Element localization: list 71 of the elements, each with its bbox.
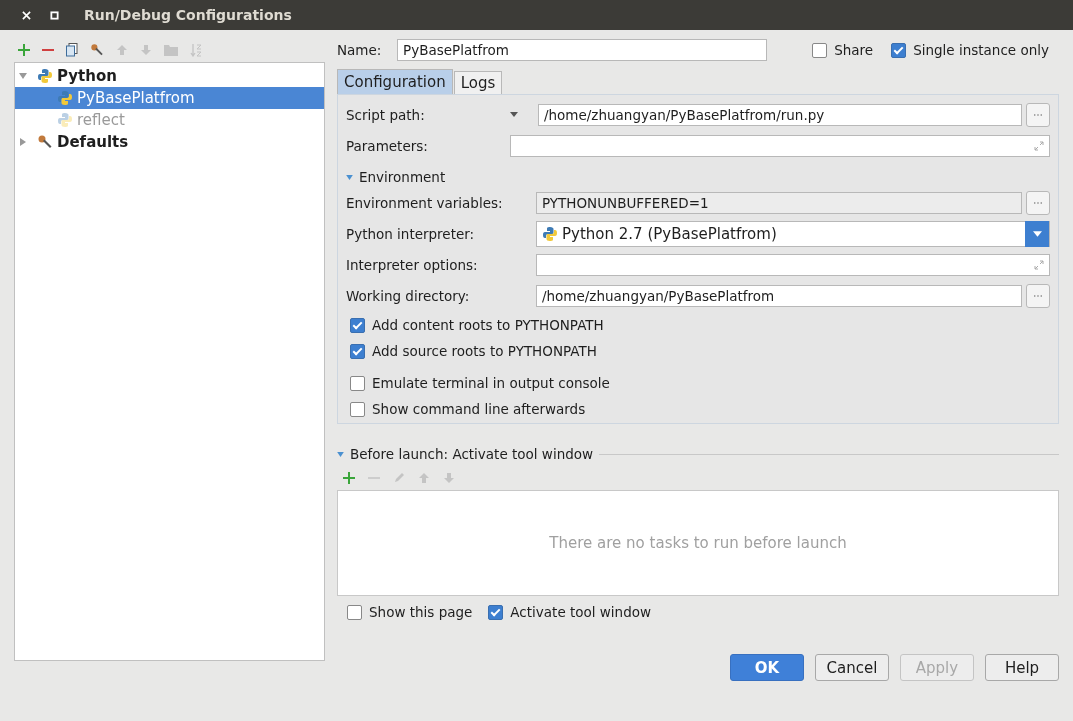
move-up-icon[interactable]	[116, 44, 128, 56]
field-label: Environment variables:	[346, 194, 504, 211]
window-title: Run/Debug Configurations	[84, 7, 292, 23]
add-icon[interactable]	[18, 44, 30, 56]
dialog-button[interactable]: OK	[730, 654, 804, 681]
sort-icon[interactable]	[190, 43, 202, 57]
move-up-icon[interactable]	[418, 472, 430, 484]
add-icon[interactable]	[343, 472, 355, 484]
tree-item[interactable]: Defaults	[15, 131, 324, 153]
move-down-icon[interactable]	[443, 472, 455, 484]
tab[interactable]: Configuration	[337, 69, 453, 94]
folder-icon[interactable]	[164, 44, 178, 56]
name-field[interactable]: PyBasePlatfrom	[397, 39, 767, 61]
checkbox[interactable]	[350, 401, 365, 417]
checkbox[interactable]	[350, 343, 365, 359]
text-field[interactable]: PYTHONUNBUFFERED=1	[536, 191, 1022, 214]
browse-button[interactable]	[1026, 190, 1050, 215]
text-field[interactable]	[536, 253, 1050, 276]
before-launch-heading: Before launch: Activate tool window	[350, 446, 594, 462]
checkbox-option[interactable]: Activate tool window	[488, 604, 652, 620]
checkbox-option[interactable]: Show command line afterwards	[350, 401, 586, 417]
browse-button[interactable]	[1026, 283, 1050, 308]
checkbox[interactable]	[812, 42, 828, 58]
field-label: Python interpreter:	[346, 225, 476, 242]
parameters-field[interactable]	[510, 134, 1050, 157]
move-down-icon[interactable]	[140, 44, 152, 56]
collapsed-arrow-icon[interactable]	[19, 138, 27, 146]
ellipsis-icon	[1034, 113, 1042, 116]
python-logo-icon	[542, 225, 558, 242]
expanded-arrow-icon[interactable]	[19, 72, 27, 80]
python-logo-icon	[57, 112, 73, 128]
interpreter-dropdown[interactable]: Python 2.7 (PyBasePlatfrom)	[536, 220, 1050, 247]
checkbox[interactable]	[488, 604, 504, 620]
script-path-field[interactable]: /home/zhuangyan/PyBasePlatfrom/run.py	[538, 103, 1022, 126]
tab[interactable]: Logs	[453, 71, 503, 94]
python-logo-icon	[37, 68, 53, 84]
dropdown-button[interactable]	[1025, 220, 1049, 247]
expand-icon[interactable]	[1034, 140, 1044, 151]
ellipsis-icon	[1034, 294, 1042, 297]
python-logo-icon	[57, 90, 73, 106]
checkbox-option[interactable]: Share	[812, 42, 874, 58]
browse-button[interactable]	[1026, 102, 1050, 127]
checkbox[interactable]	[350, 317, 365, 333]
tree-item[interactable]: PyBasePlatfrom	[15, 87, 324, 109]
dialog-button[interactable]: Cancel	[815, 654, 889, 681]
dropdown-arrow-icon[interactable]	[510, 112, 518, 117]
checkbox-option[interactable]: Add content roots to PYTHONPATH	[350, 317, 604, 333]
ellipsis-icon	[1034, 201, 1042, 204]
name-label: Name:	[337, 42, 383, 58]
copy-icon[interactable]	[66, 43, 78, 57]
text-field[interactable]: /home/zhuangyan/PyBasePlatfrom	[536, 284, 1022, 307]
checkbox[interactable]	[891, 42, 907, 58]
checkbox-option[interactable]: Add source roots to PYTHONPATH	[350, 343, 597, 359]
pencil-icon[interactable]	[393, 472, 405, 484]
dialog-button[interactable]: Help	[985, 654, 1059, 681]
field-label: Working directory:	[346, 287, 471, 304]
parameters-label: Parameters:	[346, 137, 429, 154]
script-path-label: Script path:	[346, 106, 426, 123]
empty-list-text: There are no tasks to run before launch	[549, 534, 847, 552]
dropdown-arrow-icon[interactable]	[1032, 230, 1042, 237]
tree-item[interactable]: Python	[15, 65, 324, 87]
checkbox[interactable]	[350, 375, 365, 391]
checkbox-option[interactable]: Single instance only	[891, 42, 1049, 58]
checkbox[interactable]	[347, 604, 362, 620]
environment-heading: Environment	[359, 169, 446, 185]
checkbox-option[interactable]: Emulate terminal in output console	[350, 375, 610, 391]
expanded-arrow-icon[interactable]	[337, 451, 344, 457]
field-label: Interpreter options:	[346, 256, 479, 273]
checkbox-option[interactable]: Show this page	[347, 604, 473, 620]
expand-icon[interactable]	[1034, 259, 1044, 270]
expanded-arrow-icon[interactable]	[346, 174, 353, 180]
